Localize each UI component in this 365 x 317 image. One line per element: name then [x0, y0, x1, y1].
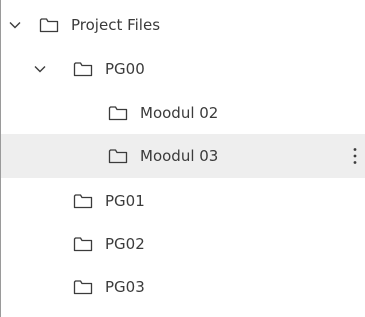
tree-node-label: PG02: [105, 235, 145, 253]
folder-icon: [73, 61, 93, 77]
tree-node-label: PG03: [105, 278, 145, 296]
tree-node-label: Moodul 02: [140, 104, 219, 122]
tree-node-moodul-02[interactable]: Moodul 02: [1, 91, 365, 135]
tree-node-pg03[interactable]: PG03: [1, 265, 365, 309]
folder-icon: [73, 236, 93, 252]
folder-icon: [73, 193, 93, 209]
tree-node-label: Moodul 03: [140, 147, 219, 165]
tree-node-label: PG00: [105, 60, 145, 78]
folder-icon: [39, 17, 59, 33]
tree-node-pg01[interactable]: PG01: [1, 179, 365, 223]
chevron-down-icon[interactable]: [33, 62, 47, 76]
chevron-down-icon[interactable]: [8, 18, 22, 32]
tree-node-label: Project Files: [71, 16, 161, 34]
tree-node-project-files[interactable]: Project Files: [1, 3, 365, 47]
folder-icon: [108, 105, 128, 121]
tree-node-pg00[interactable]: PG00: [1, 47, 365, 91]
tree-node-label: PG01: [105, 192, 145, 210]
project-files-tree: Project Files PG00 Moodul 02 Moodul 03 P…: [0, 0, 365, 317]
folder-icon: [73, 279, 93, 295]
folder-icon: [108, 148, 128, 164]
tree-node-moodul-03[interactable]: Moodul 03: [1, 134, 365, 178]
tree-node-pg02[interactable]: PG02: [1, 222, 365, 266]
more-vertical-icon[interactable]: [352, 146, 358, 166]
